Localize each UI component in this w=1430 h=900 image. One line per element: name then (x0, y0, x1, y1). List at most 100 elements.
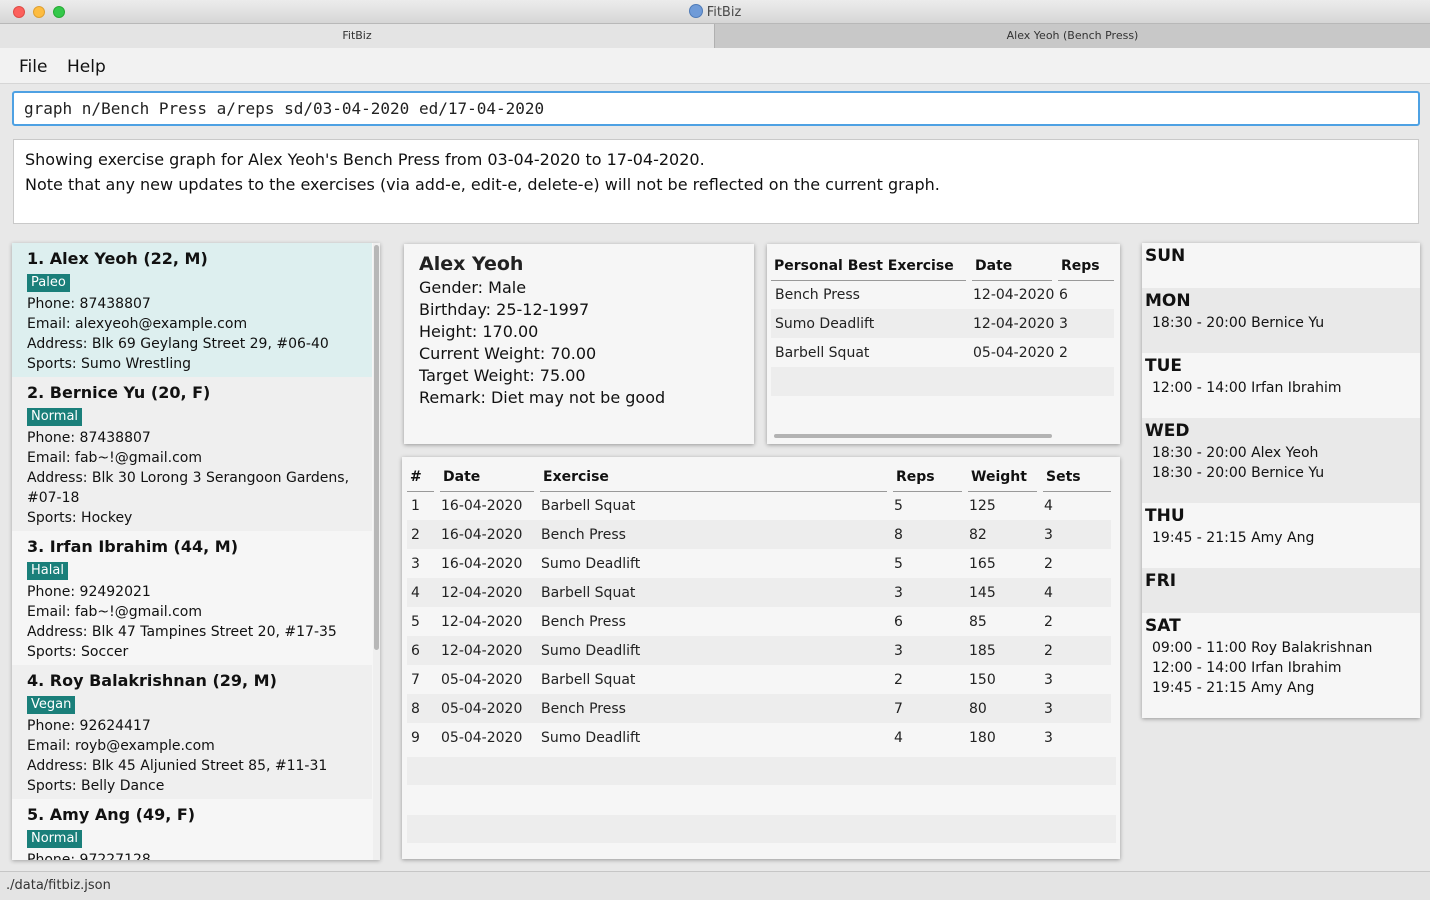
pb-header-reps[interactable]: Reps (1055, 252, 1114, 281)
header-exercise[interactable]: Exercise (537, 463, 893, 492)
window-title-text: FitBiz (706, 5, 742, 20)
table-row[interactable]: 1 16-04-2020 Barbell Squat 5 125 4 (407, 491, 1111, 520)
pb-exercise: Sumo Deadlift (771, 309, 969, 338)
scroll-thumb[interactable] (374, 245, 379, 650)
pb-horizontal-scrollbar[interactable] (774, 434, 1052, 438)
cell-date: 05-04-2020 (437, 694, 537, 723)
cell-reps: 2 (894, 671, 903, 688)
result-display: Showing exercise graph for Alex Yeoh's B… (13, 139, 1419, 224)
title-bar: FitBiz (0, 0, 1430, 24)
cell-weight: 150 (969, 671, 996, 688)
person-card[interactable]: 3. Irfan Ibrahim (44, M) Halal Phone: 92… (12, 531, 372, 665)
person-email: Email: alexyeoh@example.com (27, 316, 248, 332)
cell-date: 05-04-2020 (441, 671, 523, 688)
person-list[interactable]: 1. Alex Yeoh (22, M) Paleo Phone: 874388… (12, 243, 380, 860)
cell-reps: 5 (894, 497, 903, 514)
table-row[interactable]: 5 12-04-2020 Bench Press 6 85 2 (407, 607, 1111, 636)
schedule-day-sun: SUN (1142, 243, 1420, 288)
cell-weight: 85 (969, 613, 987, 630)
diet-tag: Vegan (27, 696, 76, 714)
cell-date: 12-04-2020 (437, 636, 537, 665)
person-address-cont: #07-18 (27, 490, 80, 506)
day-name: THU (1145, 506, 1185, 526)
schedule-slot: 19:45 - 21:15 Amy Ang (1152, 530, 1315, 546)
person-address: Address: Blk 47 Tampines Street 20, #17-… (27, 624, 337, 640)
person-sports: Sports: Soccer (27, 644, 129, 660)
table-row[interactable]: 4 12-04-2020 Barbell Squat 3 145 4 (407, 578, 1111, 607)
person-email: Email: fab~!@gmail.com (27, 604, 202, 620)
exercise-history-panel: # Date Exercise Reps Weight Sets 1 16-04… (402, 457, 1120, 859)
table-row[interactable]: 2 16-04-2020 Bench Press 8 82 3 (407, 520, 1111, 549)
menu-file[interactable]: File (19, 57, 47, 77)
menu-help[interactable]: Help (67, 57, 106, 77)
header-sets[interactable]: Sets (1040, 463, 1111, 492)
person-card[interactable]: 1. Alex Yeoh (22, M) Paleo Phone: 874388… (12, 243, 372, 377)
person-name: 2. Bernice Yu (20, F) (27, 383, 211, 402)
save-location: ./data/fitbiz.json (6, 878, 111, 893)
cell-exercise: Sumo Deadlift (541, 729, 641, 746)
header-reps[interactable]: Reps (890, 463, 968, 492)
profile-panel: Alex Yeoh Gender: Male Birthday: 25-12-1… (404, 244, 754, 444)
person-name: 5. Amy Ang (49, F) (27, 805, 196, 824)
cell-reps: 3 (890, 578, 965, 607)
table-row[interactable]: 3 16-04-2020 Sumo Deadlift 5 165 2 (407, 549, 1111, 578)
cell-reps: 8 (890, 520, 965, 549)
tab-fitbiz[interactable]: FitBiz (0, 24, 715, 48)
person-sports: Sports: Hockey (27, 510, 133, 526)
person-phone: Phone: 87438807 (27, 296, 151, 312)
schedule-day-wed: WED 18:30 - 20:00 Alex Yeoh 18:30 - 20:0… (1142, 418, 1420, 503)
person-card[interactable]: 5. Amy Ang (49, F) Normal Phone: 9722712… (12, 799, 372, 860)
person-list-scrollbar[interactable] (373, 243, 380, 860)
day-name: WED (1145, 421, 1190, 441)
cell-exercise: Sumo Deadlift (537, 636, 890, 665)
header-num[interactable]: # (407, 463, 440, 492)
person-phone: Phone: 92492021 (27, 584, 151, 600)
result-line-1: Showing exercise graph for Alex Yeoh's B… (25, 150, 705, 169)
cell-date: 16-04-2020 (441, 497, 523, 514)
cell-num: 9 (411, 729, 420, 746)
command-input[interactable]: graph n/Bench Press a/reps sd/03-04-2020… (12, 91, 1420, 126)
pb-exercise: Barbell Squat (775, 344, 870, 361)
schedule-slot: 12:00 - 14:00 Irfan Ibrahim (1152, 660, 1342, 676)
schedule-day-fri: FRI (1142, 568, 1420, 613)
pb-reps: 6 (1059, 286, 1068, 303)
person-card[interactable]: 2. Bernice Yu (20, F) Normal Phone: 8743… (12, 377, 372, 531)
pb-header-exercise[interactable]: Personal Best Exercise (771, 252, 972, 281)
profile-gender: Gender: Male (419, 278, 527, 297)
table-row[interactable]: Barbell Squat 05-04-2020 2 (771, 338, 1114, 367)
header-weight[interactable]: Weight (965, 463, 1043, 492)
cell-exercise: Barbell Squat (541, 671, 636, 688)
cell-reps: 3 (890, 636, 965, 665)
person-card[interactable]: 4. Roy Balakrishnan (29, M) Vegan Phone:… (12, 665, 372, 799)
table-row[interactable]: 9 05-04-2020 Sumo Deadlift 4 180 3 (407, 723, 1111, 752)
cell-sets: 3 (1040, 520, 1111, 549)
table-row[interactable]: Sumo Deadlift 12-04-2020 3 (771, 309, 1114, 338)
pb-header-date[interactable]: Date (969, 252, 1058, 281)
tab-client-graph[interactable]: Alex Yeoh (Bench Press) (715, 24, 1430, 48)
person-address: Address: Blk 30 Lorong 3 Serangoon Garde… (27, 470, 350, 486)
window-title: FitBiz (0, 4, 1430, 20)
cell-num: 6 (407, 636, 437, 665)
table-row-empty (407, 757, 1116, 785)
day-name: SAT (1145, 616, 1181, 636)
table-row[interactable]: 8 05-04-2020 Bench Press 7 80 3 (407, 694, 1111, 723)
table-row[interactable]: 7 05-04-2020 Barbell Squat 2 150 3 (407, 665, 1111, 694)
pb-reps: 2 (1059, 344, 1068, 361)
day-name: FRI (1145, 571, 1177, 591)
table-row-empty (771, 367, 1114, 396)
table-row[interactable]: 6 12-04-2020 Sumo Deadlift 3 185 2 (407, 636, 1111, 665)
header-date[interactable]: Date (437, 463, 540, 492)
cell-num: 3 (411, 555, 420, 572)
schedule-slot: 19:45 - 21:15 Amy Ang (1152, 680, 1315, 696)
cell-date: 16-04-2020 (441, 555, 523, 572)
schedule-day-thu: THU 19:45 - 21:15 Amy Ang (1142, 503, 1420, 568)
schedule-slot: 09:00 - 11:00 Roy Balakrishnan (1152, 640, 1373, 656)
personal-best-table: Personal Best Exercise Date Reps Bench P… (771, 252, 1114, 396)
pb-date: 05-04-2020 (973, 344, 1055, 361)
person-name: 1. Alex Yeoh (22, M) (27, 249, 208, 268)
cell-date: 12-04-2020 (441, 613, 523, 630)
table-row[interactable]: Bench Press 12-04-2020 6 (771, 280, 1114, 309)
table-row-empty (407, 815, 1116, 843)
diet-tag: Halal (27, 562, 68, 580)
cell-weight: 185 (965, 636, 1040, 665)
